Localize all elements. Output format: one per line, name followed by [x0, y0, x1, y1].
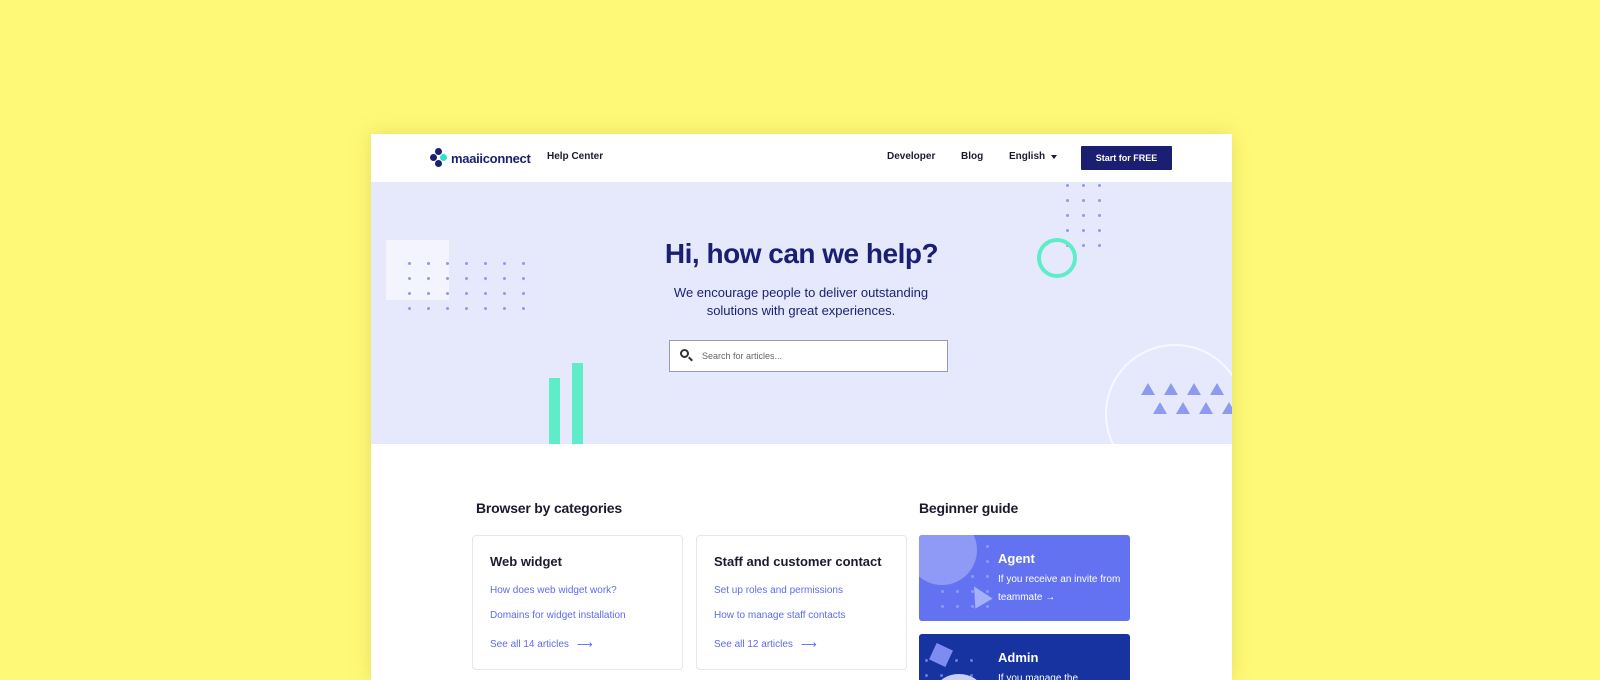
- guide-description: If you receive an invite from teammate →: [998, 574, 1121, 603]
- guide-description: If you manage the: [998, 673, 1079, 680]
- see-all-label: See all 12 articles: [714, 639, 793, 650]
- guide-card-agent[interactable]: Agent If you receive an invite from team…: [919, 535, 1130, 621]
- beginner-guide-heading: Beginner guide: [919, 500, 1019, 516]
- arrow-right-icon: ⟶: [576, 639, 593, 651]
- decorative-bar: [549, 378, 560, 444]
- category-card: Web widget How does web widget work? Dom…: [472, 535, 683, 670]
- article-link[interactable]: How does web widget work?: [490, 585, 617, 596]
- language-dropdown[interactable]: English: [1009, 151, 1058, 162]
- article-link[interactable]: Set up roles and permissions: [714, 585, 843, 596]
- start-for-free-button[interactable]: Start for FREE: [1081, 146, 1172, 170]
- guide-title: Agent: [998, 551, 1035, 566]
- decorative-bar: [572, 363, 583, 444]
- hero-subtitle: We encourage people to deliver outstandi…: [673, 285, 929, 318]
- category-card: Staff and customer contact Set up roles …: [696, 535, 907, 670]
- nav-blog[interactable]: Blog: [961, 151, 983, 162]
- search-input[interactable]: [702, 351, 942, 361]
- help-center-link[interactable]: Help Center: [547, 151, 603, 162]
- top-navbar: maaiiconnect Help Center Developer Blog …: [371, 134, 1232, 182]
- guide-title: Admin: [998, 650, 1039, 665]
- help-center-window: maaiiconnect Help Center Developer Blog …: [371, 134, 1232, 680]
- categories-heading: Browser by categories: [476, 500, 622, 516]
- guide-card-admin[interactable]: Admin If you manage the: [919, 634, 1130, 680]
- hero-title: Hi, how can we help?: [664, 238, 939, 269]
- language-label: English: [1009, 151, 1046, 162]
- hero-banner: Hi, how can we help? We encourage people…: [371, 182, 1232, 444]
- search-box[interactable]: [669, 340, 948, 372]
- card-title: Staff and customer contact: [714, 554, 882, 569]
- search-icon: [680, 349, 694, 363]
- article-link[interactable]: How to manage staff contacts: [714, 610, 846, 621]
- card-title: Web widget: [490, 554, 562, 569]
- brand-logo[interactable]: maaiiconnect: [430, 148, 531, 168]
- brand-name: maaiiconnect: [451, 150, 531, 166]
- article-link[interactable]: Domains for widget installation: [490, 610, 626, 621]
- chevron-down-icon: [1051, 154, 1058, 159]
- arrow-right-icon: ⟶: [800, 639, 817, 651]
- nav-developer[interactable]: Developer: [887, 151, 935, 162]
- maaiiconnect-logo-icon: [430, 148, 448, 168]
- see-all-link[interactable]: See all 14 articles ⟶: [490, 638, 593, 651]
- see-all-link[interactable]: See all 12 articles ⟶: [714, 638, 817, 651]
- see-all-label: See all 14 articles: [490, 639, 569, 650]
